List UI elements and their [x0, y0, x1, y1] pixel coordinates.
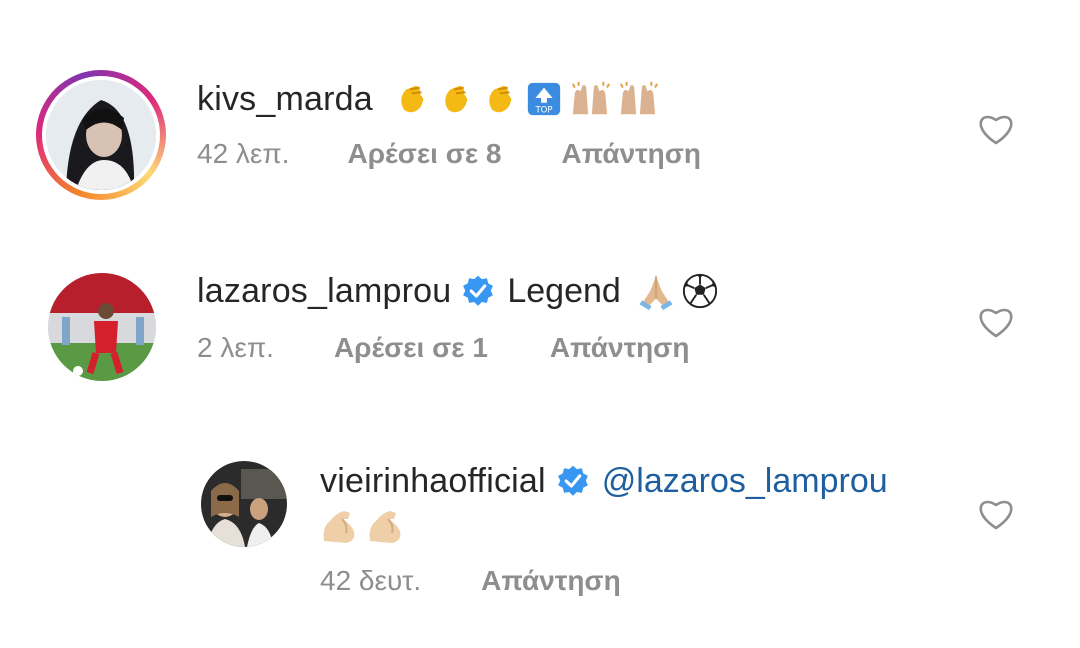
verified-badge-icon — [557, 465, 588, 496]
avatar[interactable] — [201, 461, 287, 547]
flexed-biceps-icon — [323, 511, 355, 543]
reply-button[interactable]: Απάντηση — [481, 565, 621, 597]
flexed-biceps-icon — [369, 511, 401, 543]
comment-username[interactable]: vieirinhaofficial — [320, 462, 546, 501]
like-heart-icon[interactable] — [977, 497, 1015, 531]
comment-timestamp: 42 δευτ. — [320, 565, 422, 596]
comment-reply-item: vieirinhaofficial @lazaros_lamprou 42 δε… — [0, 0, 1080, 648]
mention-link[interactable]: @lazaros_lamprou — [602, 462, 888, 501]
